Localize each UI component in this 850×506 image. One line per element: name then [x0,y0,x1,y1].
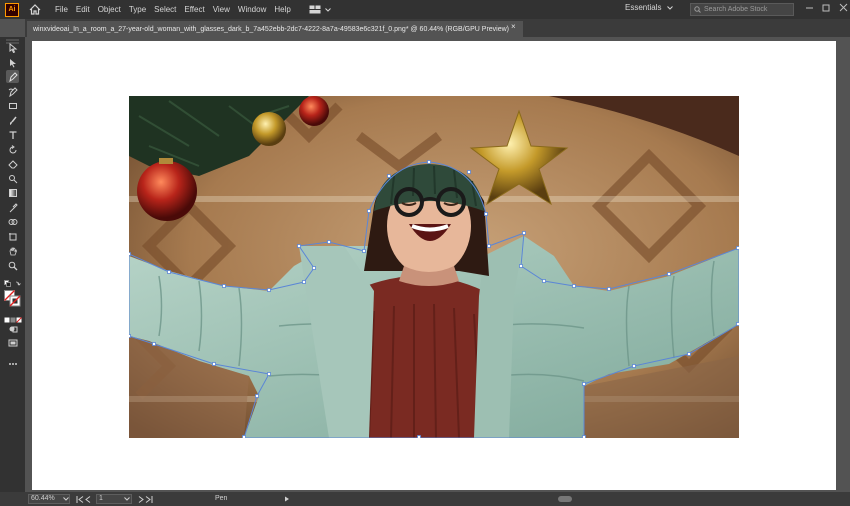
close-icon[interactable] [839,3,848,12]
menu-window[interactable]: Window [238,5,266,14]
menu-view[interactable]: View [213,5,230,14]
selection-tool[interactable] [6,41,19,54]
hand-icon [9,246,17,255]
rectangle-tool[interactable] [6,99,19,112]
pen-tool[interactable] [6,70,19,83]
document-tab-title: winxvideoai_In_a_room_a_27-year-old_woma… [33,25,510,33]
artboard-tool[interactable] [6,230,19,243]
home-icon[interactable] [28,3,41,16]
direct-selection-tool[interactable] [6,56,19,69]
canvas-area[interactable] [25,37,850,492]
search-icon [694,6,701,13]
grid-icon [309,5,321,14]
default-colors-swap[interactable] [4,277,21,287]
chevron-down-icon [667,5,674,10]
placed-image[interactable] [129,96,739,438]
type-icon [9,130,16,139]
workspace-label: Essentials [625,3,662,12]
more-tools[interactable] [6,357,19,370]
last-artboard-icon[interactable] [137,496,153,503]
draw-mode-icon [9,326,17,332]
eraser-icon [7,159,18,168]
tools-panel [0,37,25,492]
type-tool[interactable] [6,128,19,141]
pen-icon [8,71,18,82]
gradient-icon [8,188,17,197]
window-controls [805,3,848,12]
menu-file[interactable]: File [55,5,68,14]
chevron-down-icon [324,7,331,12]
workspace-switcher[interactable]: Essentials [625,3,674,12]
screen-mode[interactable] [6,336,19,349]
arrange-documents-button[interactable] [309,5,331,14]
rotate-tool[interactable] [6,143,19,156]
warp-tool[interactable] [6,172,19,185]
chevron-down-icon[interactable] [63,497,69,501]
menu-type[interactable]: Type [129,5,146,14]
eyedropper-icon [9,202,18,212]
menu-select[interactable]: Select [154,5,176,14]
shape-builder-tool[interactable] [6,215,19,228]
artboard-icon [8,232,16,240]
rotate-icon [9,144,16,153]
vertical-scrollbar[interactable] [840,37,850,492]
first-artboard-icon[interactable] [76,496,92,503]
document-tab[interactable]: winxvideoai_In_a_room_a_27-year-old_woma… [27,21,523,37]
zoom-level-value: 60.44% [31,495,55,502]
scroll-thumb[interactable] [558,496,572,502]
curvature-icon [8,86,18,97]
draw-mode[interactable] [6,322,19,335]
restore-icon[interactable] [822,3,831,12]
status-bar: 60.44% 1 Pen [0,492,850,506]
horizontal-scrollbar[interactable] [290,496,845,502]
more-icon [8,362,17,365]
fill-stroke-icon [4,290,21,307]
chevron-down-icon[interactable] [124,497,130,501]
search-placeholder: Search Adobe Stock [704,6,768,13]
menu-help[interactable]: Help [274,5,290,14]
minimize-icon[interactable] [805,3,814,12]
photo-illustration [129,96,739,438]
arrow-icon [9,42,17,53]
artboard[interactable] [32,41,836,490]
rectangle-icon [8,102,17,109]
paintbrush-tool[interactable] [6,114,19,127]
menu-edit[interactable]: Edit [76,5,90,14]
color-modes[interactable] [4,311,22,323]
current-tool-label: Pen [215,495,228,502]
screen-mode-icon [8,339,17,346]
document-tab-bar: winxvideoai_In_a_room_a_27-year-old_woma… [25,19,850,37]
zoom-tool[interactable] [6,259,19,272]
eyedropper-tool[interactable] [6,201,19,214]
tab-close-button[interactable]: × [511,22,516,31]
shape-builder-icon [8,218,17,225]
app-logo: Ai [5,2,19,17]
direct-arrow-icon [9,58,16,67]
search-adobe-stock-input[interactable]: Search Adobe Stock [690,3,794,16]
brush-icon [9,116,17,125]
menu-effect[interactable]: Effect [184,5,204,14]
menu-object[interactable]: Object [98,5,121,14]
gradient-tool[interactable] [6,186,19,199]
artboard-number-value: 1 [99,495,103,502]
menu-bar: Ai File Edit Object Type Select Effect V… [0,0,850,19]
fill-stroke[interactable] [4,290,21,307]
zoom-icon [8,261,17,270]
warp-icon [8,174,17,183]
curvature-tool[interactable] [6,85,19,98]
hand-tool[interactable] [6,244,19,257]
swap-colors-icon [4,280,21,287]
eraser-tool[interactable] [6,157,19,170]
main-menu: File Edit Object Type Select Effect View… [55,5,299,14]
